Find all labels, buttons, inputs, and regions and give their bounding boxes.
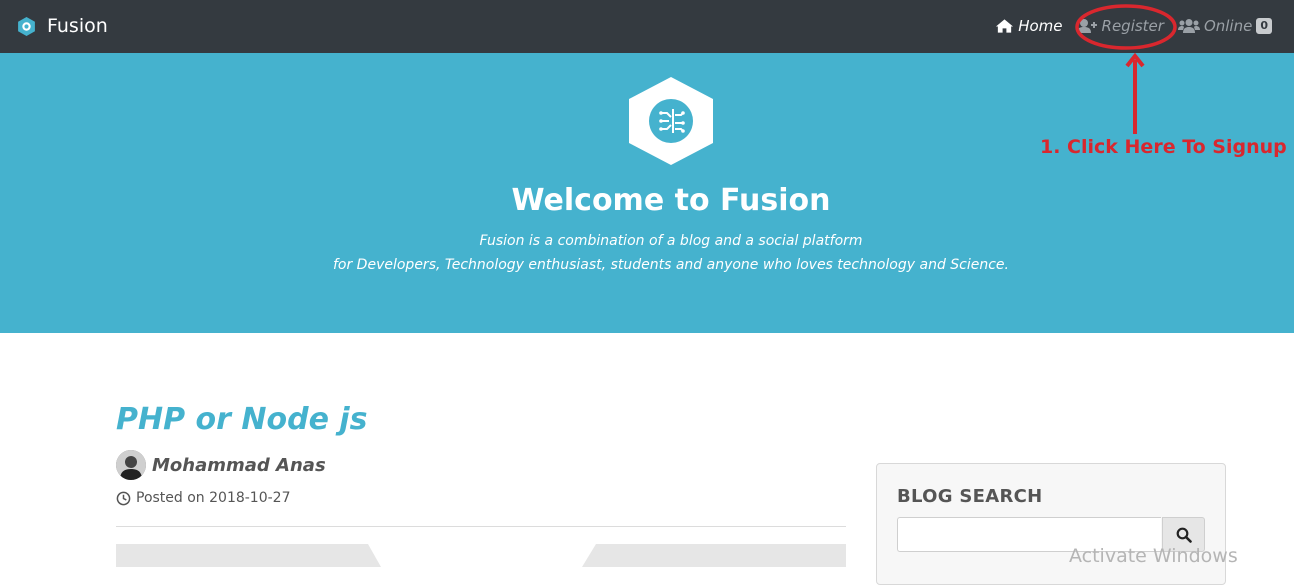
nav-home[interactable]: Home [995,17,1063,35]
post-date-text: Posted on 2018-10-27 [136,490,291,506]
hero-subtitle-line2: for Developers, Technology enthusiast, s… [332,257,1009,273]
hero-title: Welcome to Fusion [511,183,831,218]
post-author: Mohammad Anas [116,450,326,480]
fusion-logo-icon [18,16,35,36]
brand-name: Fusion [47,15,108,37]
fusion-hero-logo-icon [629,77,713,165]
nav-register[interactable]: Register [1076,17,1164,35]
post-divider [116,526,846,527]
author-name[interactable]: Mohammad Anas [152,455,326,476]
post-title[interactable]: PHP or Node js [116,402,368,437]
author-avatar-icon [116,450,146,480]
nav-links: Home Register Online 0 [981,15,1272,37]
hero-subtitle-line1: Fusion is a combination of a blog and a … [479,233,863,249]
users-icon [1177,19,1200,33]
post-date: Posted on 2018-10-27 [116,490,291,506]
user-plus-icon [1076,19,1097,33]
clock-icon [116,491,131,505]
nav-online[interactable]: Online 0 [1177,17,1272,35]
annotation-label: 1. Click Here To Signup [1040,136,1287,158]
home-icon [996,19,1014,33]
hero-banner: Welcome to Fusion Fusion is a combinatio… [0,53,1294,333]
nav-online-label: Online [1203,17,1253,35]
nav-home-label: Home [1018,17,1063,35]
search-icon [1176,527,1192,543]
online-count-badge: 0 [1256,18,1272,34]
blog-search-title: BLOG SEARCH [897,486,1043,507]
nav-register-label: Register [1101,17,1164,35]
avatar[interactable] [116,450,146,480]
activate-windows-watermark: Activate Windows [1069,545,1238,567]
top-navbar: Fusion Home Register Online 0 [0,0,1294,53]
brand[interactable]: Fusion [16,13,108,39]
post-cover-image[interactable] [116,544,846,567]
